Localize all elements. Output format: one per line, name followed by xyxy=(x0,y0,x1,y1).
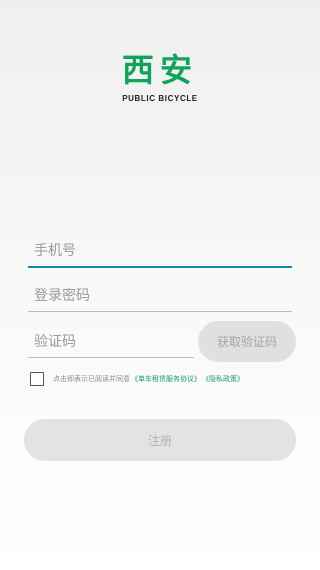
verification-code-field[interactable] xyxy=(28,327,194,358)
verification-code-input[interactable] xyxy=(28,327,194,357)
agreement-text: 点击即表示已阅读并同意 xyxy=(53,375,130,383)
rental-agreement-link[interactable]: 《单车租赁服务协议》 xyxy=(131,374,201,384)
password-input[interactable] xyxy=(28,281,292,311)
privacy-policy-link[interactable]: 《隐私政策》 xyxy=(202,374,244,384)
get-code-button[interactable]: 获取验证码 xyxy=(198,321,296,362)
phone-input[interactable] xyxy=(28,236,292,266)
register-button[interactable]: 注册 xyxy=(24,419,296,461)
app-logo: 西安 PUBLIC BICYCLE xyxy=(0,52,320,103)
logo-title: 西安 xyxy=(121,51,198,89)
password-field[interactable] xyxy=(28,281,292,312)
logo-subtitle: PUBLIC BICYCLE xyxy=(122,94,198,103)
phone-field[interactable] xyxy=(28,236,292,268)
agreement-row: 点击即表示已阅读并同意 《单车租赁服务协议》 《隐私政策》 xyxy=(30,372,244,386)
agreement-checkbox[interactable] xyxy=(30,372,44,386)
